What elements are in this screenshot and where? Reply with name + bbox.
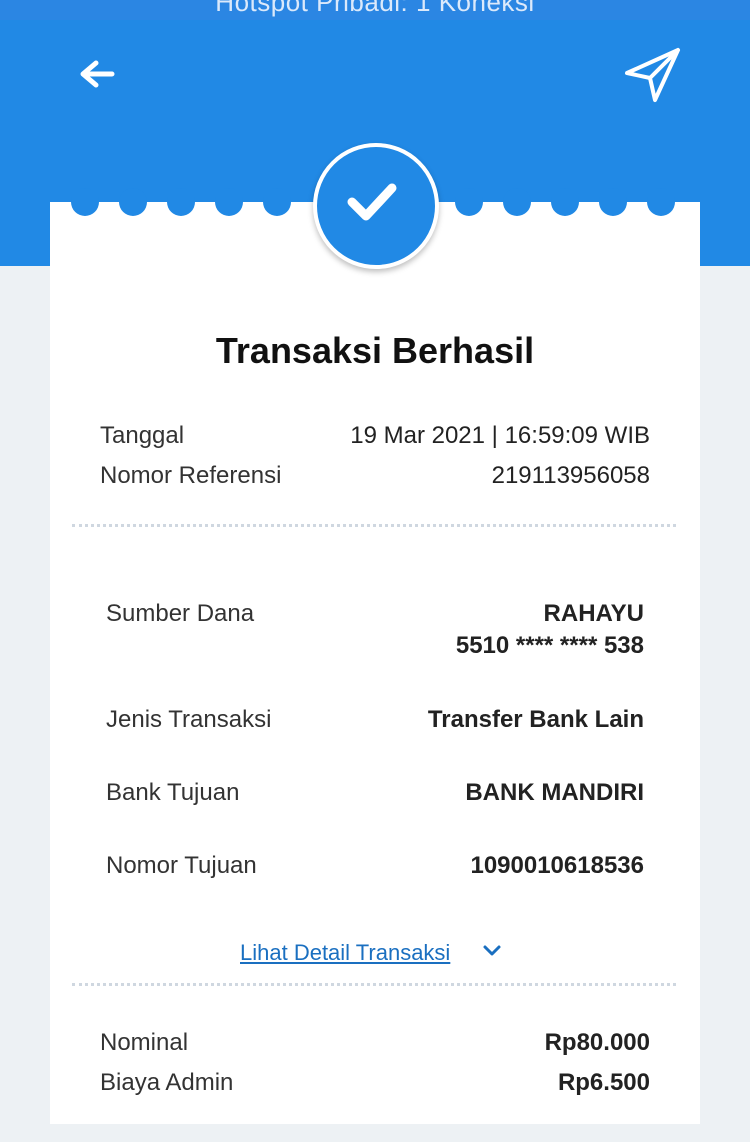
dotted-divider <box>72 983 676 986</box>
admin-fee-value: Rp6.500 <box>557 1069 650 1096</box>
scallop-edge <box>647 188 675 216</box>
chevron-down-icon[interactable] <box>482 944 502 958</box>
date-value: 19 Mar 2021 | 16:59:09 WIB <box>350 422 650 449</box>
date-row: Tanggal 19 Mar 2021 | 16:59:09 WIB <box>100 422 650 454</box>
dotted-divider <box>72 524 676 527</box>
destination-number-label: Nomor Tujuan <box>106 852 257 879</box>
destination-number-value: 1090010618536 <box>470 852 644 879</box>
send-icon <box>625 48 680 102</box>
scallop-edge <box>455 188 483 216</box>
admin-fee-row: Biaya Admin Rp6.500 <box>100 1069 650 1101</box>
scallop-edge <box>551 188 579 216</box>
nominal-value: Rp80.000 <box>544 1029 650 1056</box>
scallop-edge <box>119 188 147 216</box>
scallop-edge <box>71 188 99 216</box>
scallop-edge <box>215 188 243 216</box>
check-icon <box>347 183 397 221</box>
source-name: RAHAYU <box>543 600 644 627</box>
scallop-edge <box>503 188 531 216</box>
transaction-type-value: Transfer Bank Lain <box>427 706 644 733</box>
reference-value: 219113956058 <box>491 462 650 489</box>
view-transaction-detail-link[interactable]: Lihat Detail Transaksi <box>240 940 450 966</box>
destination-bank-value: BANK MANDIRI <box>465 779 644 806</box>
reference-row: Nomor Referensi 219113956058 <box>100 462 650 494</box>
source-row: Sumber Dana RAHAYU 5510 **** **** 538 <box>106 600 644 670</box>
page-title: Transaksi Berhasil <box>215 330 535 371</box>
date-label: Tanggal <box>100 422 185 449</box>
destination-bank-label: Bank Tujuan <box>106 779 240 806</box>
scallop-edge <box>599 188 627 216</box>
scallop-edge <box>263 188 291 216</box>
receipt-card: Transaksi Berhasil Tanggal 19 Mar 2021 |… <box>50 188 700 1124</box>
arrow-left-icon <box>80 60 115 88</box>
admin-fee-label: Biaya Admin <box>100 1069 234 1096</box>
source-account: 5510 **** **** 538 <box>455 632 644 659</box>
nominal-label: Nominal <box>100 1029 189 1056</box>
reference-label: Nomor Referensi <box>100 462 282 489</box>
scallop-edge <box>167 188 195 216</box>
source-label: Sumber Dana <box>106 600 255 627</box>
transaction-type-label: Jenis Transaksi <box>106 706 272 733</box>
back-button[interactable] <box>72 58 120 98</box>
success-badge <box>313 143 439 269</box>
nominal-row: Nominal Rp80.000 <box>100 1029 650 1061</box>
transaction-type-row: Jenis Transaksi Transfer Bank Lain <box>106 706 644 738</box>
destination-bank-row: Bank Tujuan BANK MANDIRI <box>106 779 644 811</box>
destination-number-row: Nomor Tujuan 1090010618536 <box>106 852 644 884</box>
share-button[interactable] <box>622 46 684 104</box>
status-bar: Hotspot Pribadi: 1 Koneksi <box>0 0 750 20</box>
